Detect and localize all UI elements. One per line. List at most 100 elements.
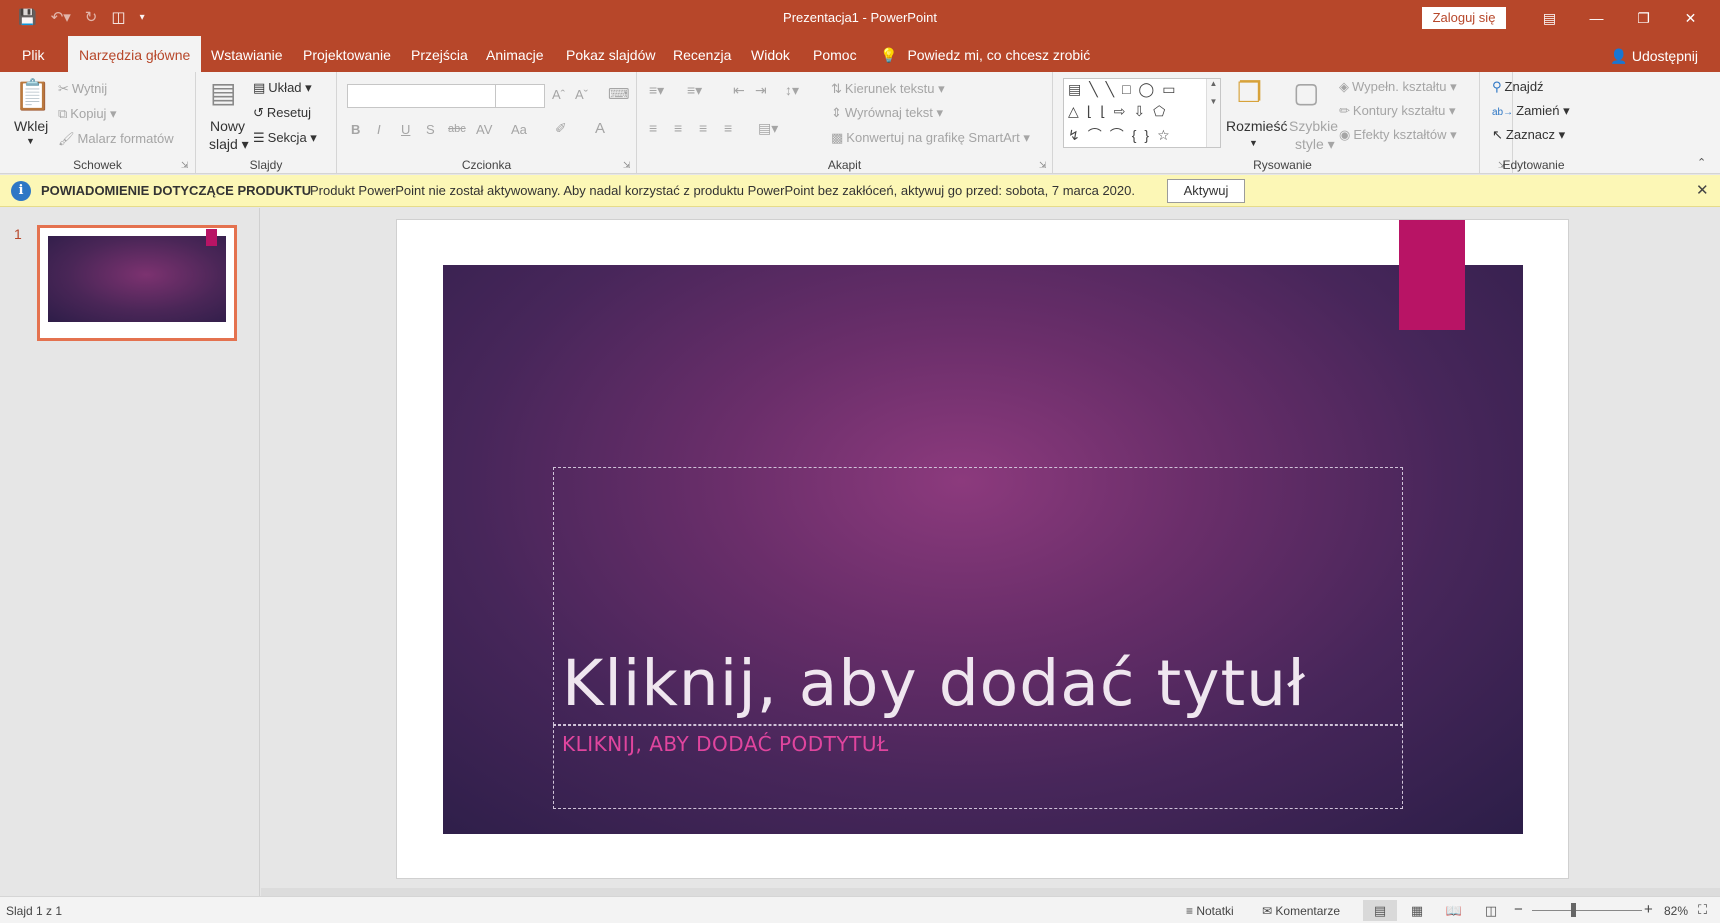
slideshow-view-icon[interactable]: ◫ [1474, 900, 1508, 921]
section-button[interactable]: ☰ Sekcja ▾ [253, 130, 317, 146]
tab-transitions[interactable]: Przejścia [411, 36, 468, 72]
tell-me-box[interactable]: 💡 Powiedz mi, co chcesz zrobić [880, 36, 1090, 72]
minimize-icon[interactable]: — [1573, 0, 1620, 36]
smartart-button[interactable]: ▩ Konwertuj na grafikę SmartArt ▾ [831, 130, 1030, 146]
collapse-ribbon-icon[interactable]: ⌃ [1697, 156, 1706, 169]
shape-effects-button[interactable]: ◉ Efekty kształtów ▾ [1339, 127, 1457, 143]
new-slide-label-2[interactable]: slajd ▾ [209, 136, 249, 153]
zoom-slider-thumb[interactable] [1571, 903, 1576, 917]
reset-icon: ↺ [253, 105, 264, 120]
close-icon[interactable]: ✕ [1696, 181, 1709, 199]
login-button[interactable]: Zaloguj się [1422, 7, 1506, 29]
align-text-icon: ⇕ [831, 105, 842, 120]
tab-view[interactable]: Widok [751, 36, 790, 72]
comments-button[interactable]: ✉ Komentarze [1262, 904, 1340, 918]
shapes-scroll[interactable]: ▲ ▼ [1206, 79, 1220, 147]
paragraph-launcher-icon[interactable]: ⇲ [1039, 160, 1047, 171]
slide-thumbnail[interactable] [37, 225, 237, 341]
underline-button[interactable]: U [401, 122, 410, 137]
copy-button[interactable]: ⧉ Kopiuj ▾ [58, 106, 117, 122]
new-slide-icon[interactable]: ▤ [210, 76, 236, 109]
font-color-button[interactable]: A [595, 120, 605, 137]
subtitle-placeholder[interactable]: KLIKNIJ, ABY DODAĆ PODTYTUŁ [553, 725, 1403, 809]
tab-animations[interactable]: Animacje [486, 36, 544, 72]
text-direction-button[interactable]: ⇅ Kierunek tekstu ▾ [831, 81, 945, 97]
find-label: Znajdź [1504, 79, 1544, 94]
find-button[interactable]: ⚲ Znajdź [1492, 79, 1544, 95]
align-center-icon[interactable]: ≡ [674, 120, 682, 136]
strikethrough-button[interactable]: abc [448, 123, 466, 135]
decrease-font-icon[interactable]: Aˇ [575, 87, 588, 102]
clear-formatting-icon[interactable]: ⌨ [608, 85, 630, 103]
slide[interactable]: Kliknij, aby dodać tytuł KLIKNIJ, ABY DO… [396, 219, 1569, 879]
arrange-button[interactable]: Rozmieść [1226, 118, 1287, 134]
numbering-icon[interactable]: ≡▾ [687, 82, 702, 99]
slide-sorter-icon[interactable]: ▦ [1400, 900, 1434, 921]
columns-icon[interactable]: ▤▾ [758, 120, 778, 137]
close-icon[interactable]: ✕ [1667, 0, 1714, 36]
tab-home[interactable]: Narzędzia główne [68, 36, 202, 72]
font-size-select[interactable] [495, 84, 545, 108]
font-family-select[interactable] [347, 84, 497, 108]
highlight-icon[interactable]: ✐ [555, 120, 567, 137]
paste-button[interactable]: Wklej [14, 118, 48, 134]
justify-icon[interactable]: ≡ [724, 120, 732, 136]
italic-button[interactable]: I [377, 122, 381, 137]
align-left-icon[interactable]: ≡ [649, 120, 657, 136]
quick-styles-icon[interactable]: ▢ [1293, 76, 1319, 109]
activate-button[interactable]: Aktywuj [1167, 179, 1245, 203]
reset-button[interactable]: ↺ Resetuj [253, 105, 311, 121]
increase-indent-icon[interactable]: ⇥ [755, 82, 767, 99]
select-button[interactable]: ↖ Zaznacz ▾ [1492, 127, 1565, 143]
format-painter-button[interactable]: 🖌 Malarz formatów [58, 131, 174, 147]
tab-insert[interactable]: Wstawianie [211, 36, 283, 72]
tab-review[interactable]: Recenzja [673, 36, 731, 72]
tab-slideshow[interactable]: Pokaz slajdów [566, 36, 656, 72]
tab-file[interactable]: Plik [22, 36, 45, 72]
shape-outline-button[interactable]: ✏ Kontury kształtu ▾ [1339, 103, 1456, 119]
fit-slide-icon[interactable]: ⛶ [1698, 902, 1707, 918]
clipboard-launcher-icon[interactable]: ⇲ [181, 160, 189, 171]
accent-tab-shape[interactable] [1399, 220, 1465, 330]
arrange-icon[interactable]: ❐ [1237, 76, 1262, 109]
window-controls: ▤ — ❐ ✕ [1526, 0, 1714, 36]
title-placeholder[interactable]: Kliknij, aby dodać tytuł [553, 467, 1403, 725]
share-button[interactable]: 👤 Udostępnij [1610, 36, 1698, 72]
ribbon-display-options-icon[interactable]: ▤ [1526, 0, 1573, 36]
bullets-icon[interactable]: ≡▾ [649, 82, 664, 99]
change-case-button[interactable]: Aa [511, 122, 527, 137]
align-right-icon[interactable]: ≡ [699, 120, 707, 136]
cut-button[interactable]: ✂ Wytnij [58, 81, 107, 97]
shape-effects-label: Efekty kształtów [1353, 127, 1447, 142]
arrange-dropdown-icon[interactable]: ▼ [1249, 138, 1258, 148]
shapes-gallery[interactable]: ▤╲╲□◯▭ △⌊⌊⇨⇩⬠ ↯⌒⌒{}☆ ▲ ▼ [1063, 78, 1221, 148]
zoom-slider-track[interactable] [1532, 910, 1642, 911]
decrease-indent-icon[interactable]: ⇤ [733, 82, 745, 99]
line-spacing-icon[interactable]: ↕▾ [785, 82, 799, 99]
reading-view-icon[interactable]: 📖 [1437, 900, 1471, 921]
layout-button[interactable]: ▤ Układ ▾ [253, 80, 312, 96]
quick-styles-label-2[interactable]: style ▾ [1295, 136, 1335, 153]
paste-dropdown-icon[interactable]: ▼ [26, 136, 35, 146]
align-text-button[interactable]: ⇕ Wyrównaj tekst ▾ [831, 105, 943, 121]
font-launcher-icon[interactable]: ⇲ [623, 160, 631, 171]
quick-styles-label-1[interactable]: Szybkie [1289, 118, 1338, 134]
paste-icon[interactable]: 📋 [14, 78, 51, 113]
char-spacing-button[interactable]: AV [476, 122, 492, 137]
zoom-in-icon[interactable]: + [1644, 901, 1653, 918]
increase-font-icon[interactable]: Aˆ [552, 87, 565, 102]
shadow-button[interactable]: S [426, 122, 435, 137]
replace-button[interactable]: ab→ Zamień ▾ [1492, 103, 1570, 119]
restore-icon[interactable]: ❐ [1620, 0, 1667, 36]
zoom-out-icon[interactable]: − [1514, 901, 1523, 918]
horizontal-scrollbar[interactable] [261, 888, 1720, 896]
bold-button[interactable]: B [351, 122, 360, 137]
tab-design[interactable]: Projektowanie [303, 36, 391, 72]
cursor-icon: ↖ [1492, 127, 1503, 142]
normal-view-icon[interactable]: ▤ [1363, 900, 1397, 921]
notes-button[interactable]: ≡ Notatki [1186, 904, 1234, 918]
new-slide-label-1[interactable]: Nowy [210, 118, 245, 134]
zoom-level[interactable]: 82% [1664, 904, 1688, 918]
shape-fill-button[interactable]: ◈ Wypełn. kształtu ▾ [1339, 79, 1457, 95]
tab-help[interactable]: Pomoc [813, 36, 857, 72]
